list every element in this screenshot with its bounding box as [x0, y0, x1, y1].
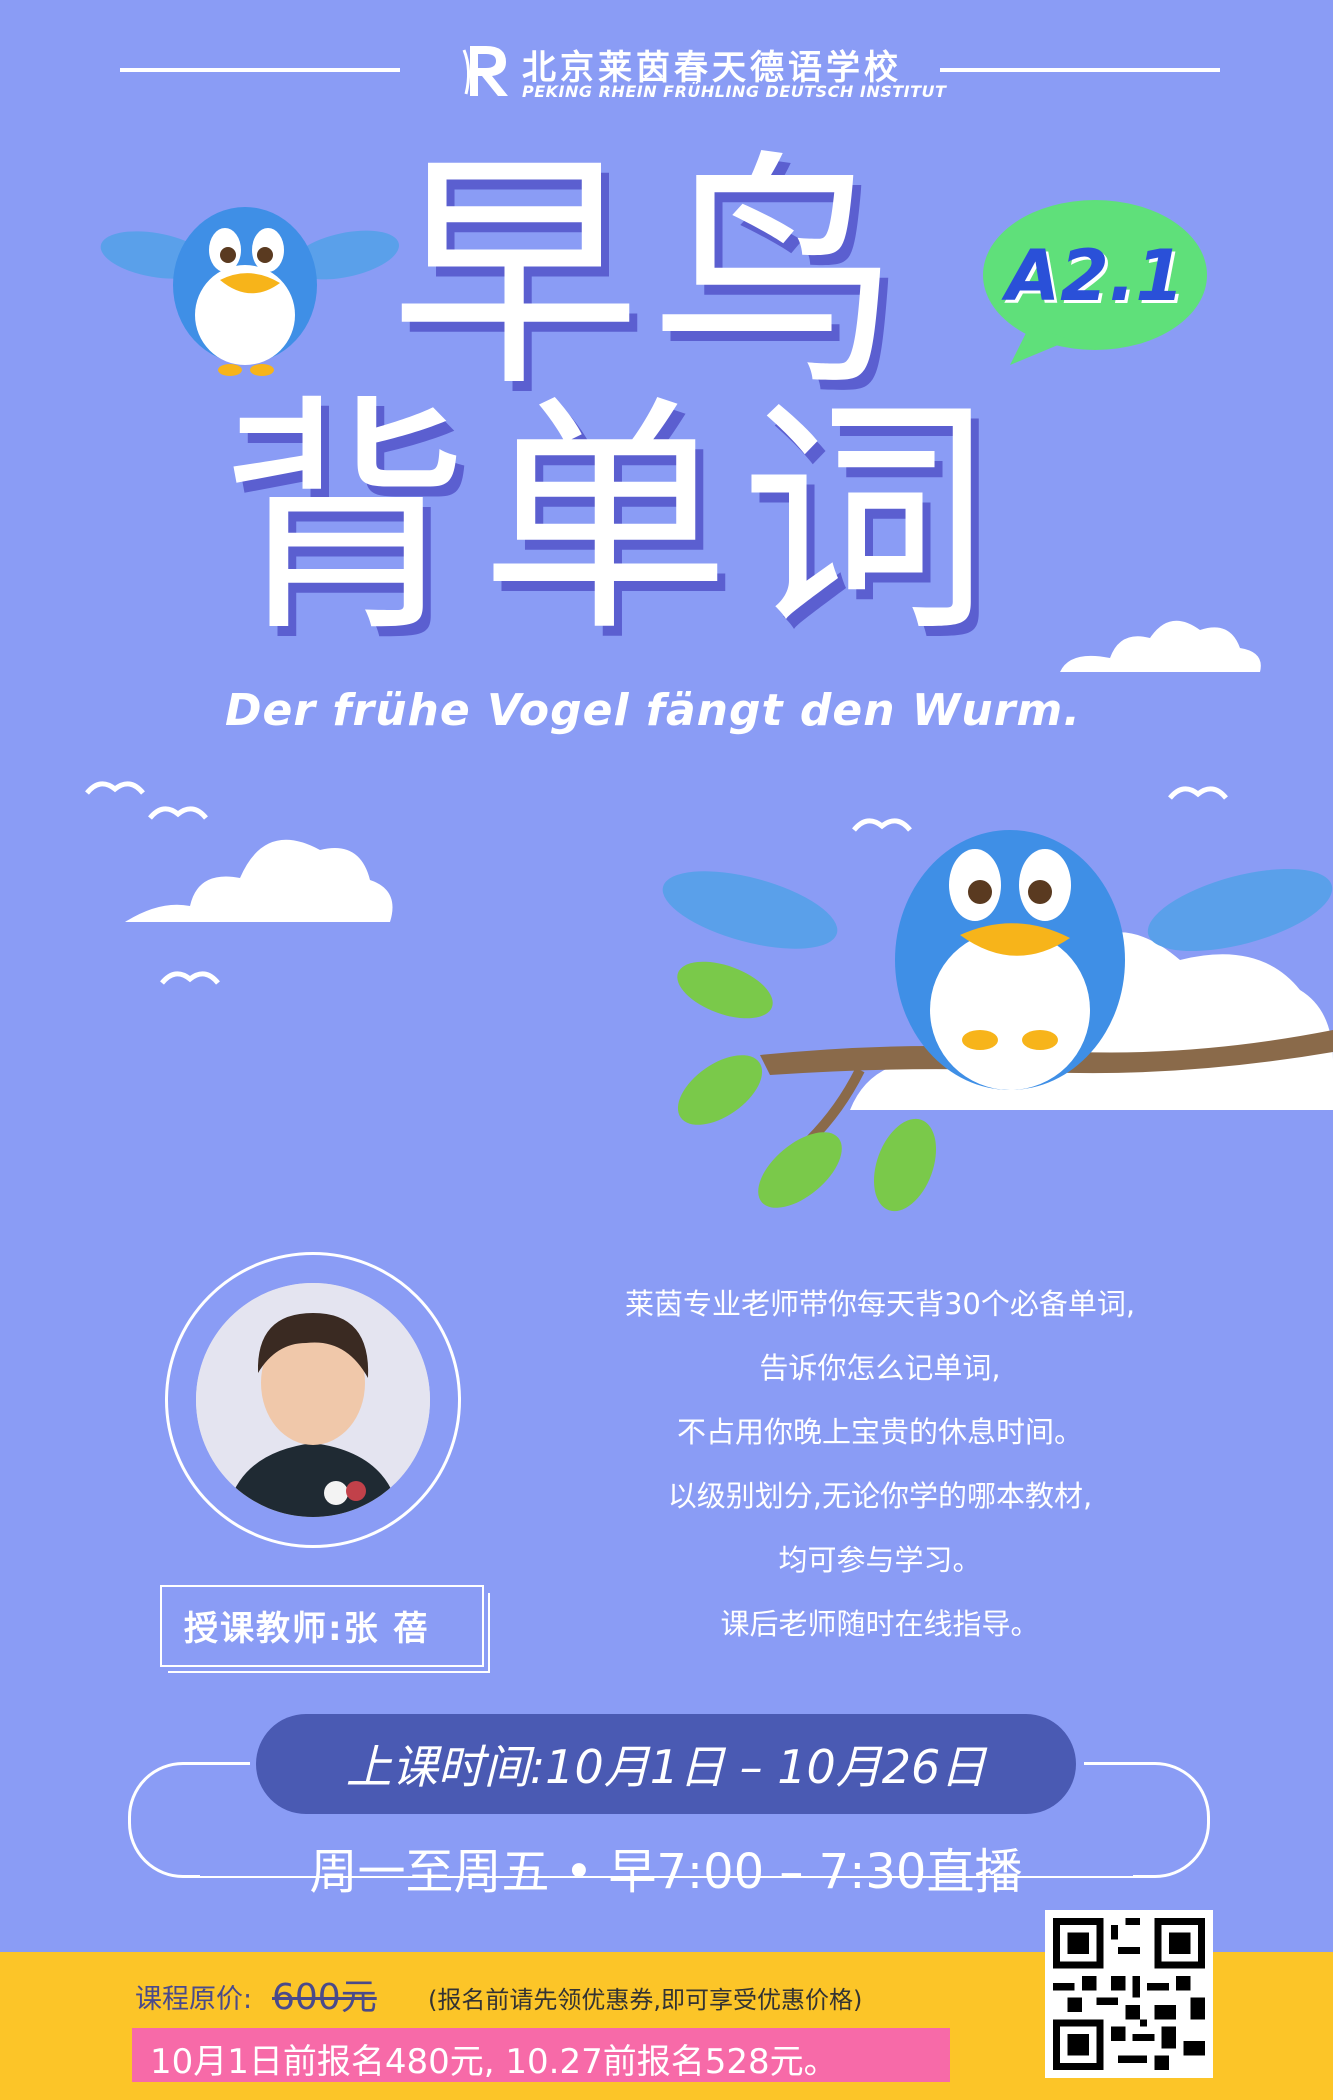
cloud-left [120, 810, 400, 934]
offer-bar: 10月1日前报名480元, 10.27前报名528元。 [132, 2028, 950, 2082]
description-line: 告诉你怎么记单词, [759, 1351, 1001, 1385]
qr-code-icon [1053, 1918, 1205, 2070]
schedule-dates: 上课时间:10月1日 – 10月26日 [345, 1740, 987, 1794]
course-description: 莱茵专业老师带你每天背30个必备单词, 告诉你怎么记单词, 不占用你晚上宝贵的休… [540, 1272, 1220, 1656]
header-line-left [120, 68, 400, 72]
big-bird-illustration [660, 760, 1333, 1240]
qr-code[interactable] [1045, 1910, 1213, 2078]
teacher-photo-frame [165, 1252, 461, 1548]
cloud-right [1050, 600, 1270, 684]
level-badge-text: A2.1 [1005, 235, 1185, 317]
description-line: 均可参与学习。 [778, 1543, 982, 1577]
header-line-right [940, 68, 1220, 72]
schedule-dates-pill: 上课时间:10月1日 – 10月26日 [256, 1714, 1076, 1814]
teacher-avatar [196, 1283, 430, 1517]
title-line-1: 早鸟 [390, 129, 910, 420]
gull-icon [160, 965, 220, 991]
level-badge: A2.1 [980, 195, 1210, 365]
subtitle: Der frühe Vogel fängt den Wurm. [225, 685, 1081, 736]
description-line: 课后老师随时在线指导。 [720, 1607, 1040, 1641]
gull-icon [85, 775, 145, 801]
bird-icon [100, 207, 399, 376]
offer-text: 10月1日前报名480元, 10.27前报名528元。 [150, 2042, 838, 2082]
price-label: 课程原价: [135, 1984, 253, 2015]
school-name-en: PEKING RHEIN FRÜHLING DEUTSCH INSTITUT [522, 82, 947, 101]
school-logo [462, 40, 518, 100]
description-line: 莱茵专业老师带你每天背30个必备单词, [624, 1287, 1136, 1321]
original-price: 600元 [272, 1977, 377, 2018]
title-line-2: 背单词 [220, 374, 1000, 665]
schedule-times: 周一至周五 • 早7:00 – 7:30直播 [309, 1844, 1023, 1900]
coupon-note: (报名前请先领优惠券,即可享受优惠价格) [428, 1986, 863, 2014]
description-line: 不占用你晚上宝贵的休息时间。 [676, 1415, 1083, 1449]
teacher-tag-shadow [168, 1593, 490, 1673]
description-line: 以级别划分,无论你学的哪本教材, [667, 1479, 1093, 1513]
small-bird-illustration [100, 165, 400, 395]
logo-r-icon [462, 46, 508, 96]
